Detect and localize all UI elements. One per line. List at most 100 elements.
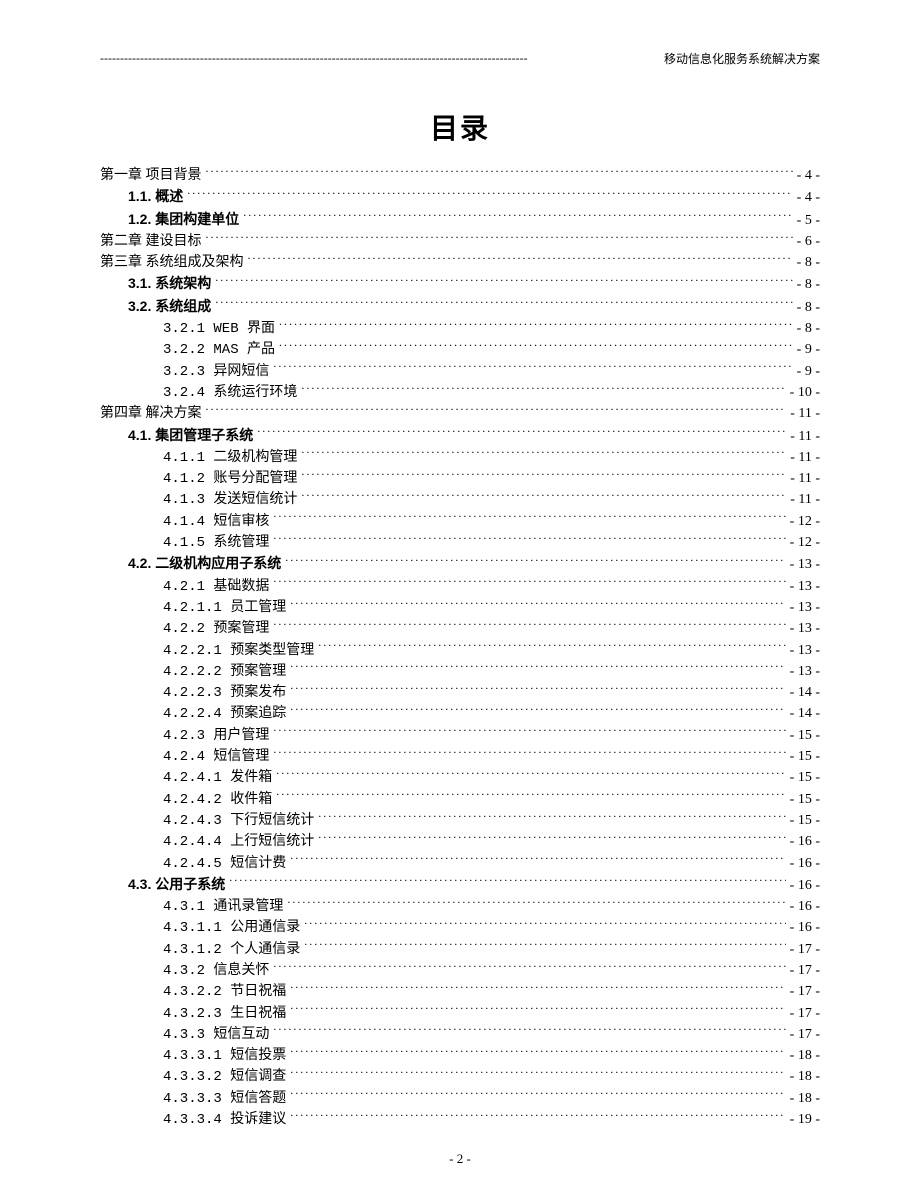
toc-entry-label: 4.3.2.2 节日祝福 (163, 982, 290, 1002)
toc-entry-page: - 9 - (793, 362, 820, 382)
toc-entry-page: - 8 - (793, 275, 820, 295)
toc-title: 目录 (100, 107, 820, 147)
toc-entry: 4.1.2 账号分配管理- 11 - (100, 468, 820, 489)
toc-entry-label: 4.3.2.3 生日祝福 (163, 1004, 290, 1024)
toc-entry-label: 3.2.4 系统运行环境 (163, 383, 301, 403)
toc-entry-label: 4.3.3 短信互动 (163, 1025, 273, 1045)
toc-entry-page: - 13 - (786, 555, 820, 575)
toc-leader-dots (290, 1109, 785, 1123)
toc-entry-page: - 15 - (786, 726, 820, 746)
toc-leader-dots (257, 426, 786, 440)
toc-leader-dots (290, 1003, 785, 1017)
toc-entry: 4.3.3.4 投诉建议 - 19 - (100, 1109, 820, 1130)
toc-entry: 1.1. 概述- 4 - (100, 186, 820, 208)
toc-leader-dots (273, 361, 792, 375)
toc-entry-label: 1.1. 概述 (128, 186, 187, 206)
toc-entry-label: 4.2.3 用户管理 (163, 726, 273, 746)
toc-entry-page: - 14 - (786, 704, 820, 724)
toc-entry-label: 1.2. 集团构建单位 (128, 209, 243, 229)
toc-entry-label: 4.2.2 预案管理 (163, 619, 273, 639)
toc-leader-dots (290, 1045, 785, 1059)
toc-leader-dots (290, 1066, 785, 1080)
toc-entry: 3.2. 系统组成- 8 - (100, 296, 820, 318)
toc-entry: 4.2.4.1 发件箱- 15 - (100, 767, 820, 788)
toc-entry: 4.2.4.3 下行短信统计- 15 - (100, 810, 820, 831)
toc-leader-dots (290, 981, 785, 995)
toc-leader-dots (279, 318, 793, 332)
toc-leader-dots (287, 896, 785, 910)
toc-leader-dots (304, 917, 785, 931)
toc-entry: 4.2.1 基础数据- 13 - (100, 576, 820, 597)
toc-entry: 4.2.4.5 短信计费- 16 - (100, 853, 820, 874)
toc-leader-dots (215, 297, 792, 311)
toc-entry-page: - 11 - (786, 490, 820, 510)
toc-entry: 第一章 项目背景- 4 - (100, 165, 820, 186)
toc-entry-page: - 15 - (786, 790, 820, 810)
toc-leader-dots (273, 618, 785, 632)
toc-entry: 4.2.2.3 预案发布- 14 - (100, 682, 820, 703)
toc-entry: 4.2. 二级机构应用子系统- 13 - (100, 553, 820, 575)
toc-entry-label: 4.1.1 二级机构管理 (163, 448, 301, 468)
toc-entry-label: 4.1. 集团管理子系统 (128, 425, 257, 445)
toc-leader-dots (273, 746, 785, 760)
toc-entry: 第二章 建设目标 - 6 - (100, 231, 820, 252)
toc-entry-page: - 17 - (786, 961, 820, 981)
toc-entry-label: 3.2.1 WEB 界面 (163, 319, 279, 339)
header-title: 移动信息化服务系统解决方案 (662, 50, 820, 67)
toc-entry-label: 4.3.2 信息关怀 (163, 961, 273, 981)
toc-leader-dots (215, 274, 792, 288)
toc-entry-page: - 13 - (786, 598, 820, 618)
toc-entry-page: - 11 - (786, 469, 820, 489)
toc-leader-dots (304, 939, 785, 953)
page-header: ----------------------------------------… (100, 50, 820, 67)
toc-entry-label: 3.2. 系统组成 (128, 296, 215, 316)
toc-leader-dots (273, 1024, 785, 1038)
toc-entry: 3.2.3 异网短信- 9 - (100, 361, 820, 382)
toc-entry-page: - 5 - (793, 211, 820, 231)
toc-leader-dots (206, 165, 793, 179)
toc-entry: 3.1. 系统架构- 8 - (100, 273, 820, 295)
toc-entry: 4.3. 公用子系统- 16 - (100, 874, 820, 896)
toc-entry-label: 4.2.1 基础数据 (163, 577, 273, 597)
toc-entry: 4.3.1.2 个人通信录- 17 - (100, 939, 820, 960)
toc-entry-label: 4.2.4.4 上行短信统计 (163, 832, 318, 852)
toc-entry-page: - 11 - (786, 427, 820, 447)
toc-leader-dots (290, 703, 785, 717)
toc-entry-page: - 16 - (786, 897, 820, 917)
toc-entry: 4.3.2 信息关怀 - 17 - (100, 960, 820, 981)
toc-leader-dots (301, 447, 786, 461)
toc-leader-dots (318, 831, 785, 845)
toc-entry-page: - 13 - (786, 619, 820, 639)
toc-leader-dots (285, 554, 785, 568)
toc-entry-page: - 19 - (786, 1110, 820, 1130)
toc-leader-dots (290, 853, 785, 867)
toc-entry-label: 4.3.3.2 短信调查 (163, 1067, 290, 1087)
toc-entry-label: 第二章 建设目标 (100, 232, 206, 252)
toc-entry-label: 第三章 系统组成及架构 (100, 253, 248, 273)
toc-entry-page: - 6 - (793, 232, 820, 252)
toc-entry-page: - 9 - (793, 340, 820, 360)
toc-entry: 4.2.4 短信管理- 15 - (100, 746, 820, 767)
toc-leader-dots (243, 210, 792, 224)
toc-leader-dots (276, 767, 785, 781)
toc-entry-label: 4.3.3.4 投诉建议 (163, 1110, 290, 1130)
toc-entry-label: 4.2.2.2 预案管理 (163, 662, 290, 682)
toc-entry-label: 4.3.3.1 短信投票 (163, 1046, 290, 1066)
toc-entry: 4.3.3.1 短信投票- 18 - (100, 1045, 820, 1066)
toc-entry-page: - 17 - (786, 1025, 820, 1045)
toc-entry: 4.1.4 短信审核- 12 - (100, 511, 820, 532)
toc-entry: 4.1.1 二级机构管理- 11 - (100, 447, 820, 468)
toc-leader-dots (290, 597, 785, 611)
toc-entry-page: - 10 - (786, 383, 820, 403)
toc-leader-dots (206, 231, 793, 245)
toc-leader-dots (206, 403, 787, 417)
toc-entry: 3.2.2 MAS 产品- 9 - (100, 339, 820, 360)
toc-entry-label: 4.2.4.1 发件箱 (163, 768, 276, 788)
toc-entry-label: 4.2.4 短信管理 (163, 747, 273, 767)
toc-entry: 4.3.3.2 短信调查- 18 - (100, 1066, 820, 1087)
toc-leader-dots (301, 382, 785, 396)
toc-entry-page: - 13 - (786, 641, 820, 661)
toc-entry-label: 4.2.1.1 员工管理 (163, 598, 290, 618)
toc-entry-label: 4.3.1.1 公用通信录 (163, 918, 304, 938)
toc-entry-label: 第四章 解决方案 (100, 404, 206, 424)
